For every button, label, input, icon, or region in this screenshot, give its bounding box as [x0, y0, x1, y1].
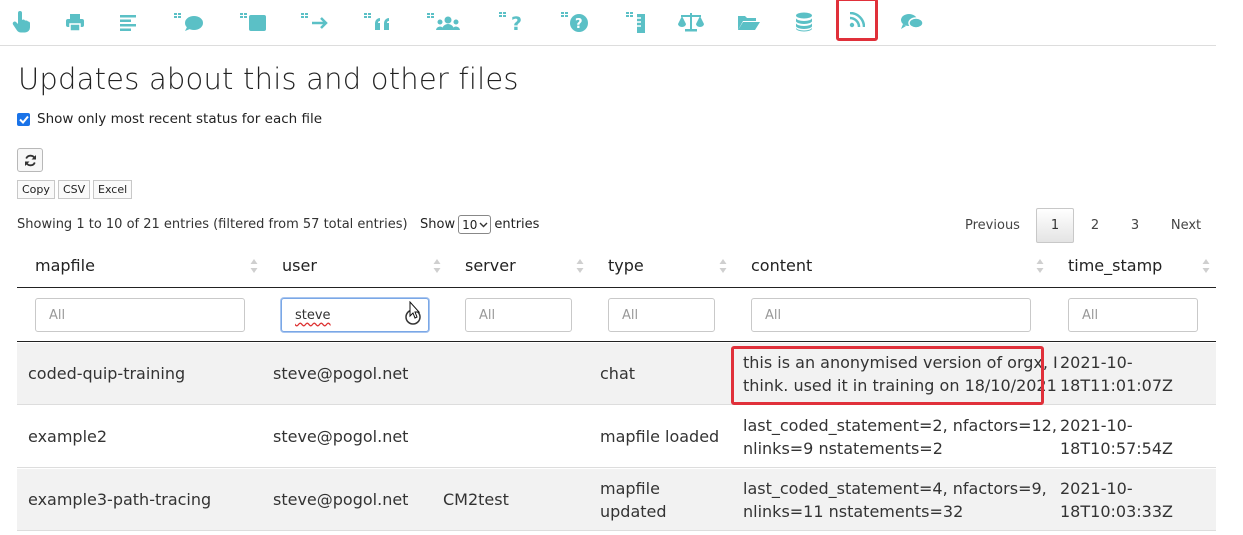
server-cell: CM2test [443, 490, 509, 509]
recent-status-toggle[interactable]: Show only most recent status for each fi… [17, 111, 322, 127]
column-header-time-stamp[interactable]: time_stamp [1068, 256, 1162, 275]
sort-icon[interactable] [719, 258, 727, 274]
hand-pointer-icon[interactable] [4, 5, 40, 39]
time-stamp-line: 18T10:03:33Z [1060, 502, 1173, 521]
refresh-button[interactable] [17, 148, 43, 172]
content-cell: last_coded_statement=4, nfactors=9, nlin… [743, 477, 1047, 523]
type-cell: chat [600, 364, 636, 383]
svg-text:?: ? [511, 13, 522, 33]
sort-icon[interactable] [1202, 258, 1210, 274]
table-arrow-right-icon[interactable] [298, 5, 334, 39]
chevron-down-icon [479, 222, 488, 227]
mapfile-cell: example3-path-tracing [28, 490, 212, 509]
table-comment-icon[interactable] [171, 5, 207, 39]
show-label: Show [420, 217, 456, 232]
sort-icon[interactable] [576, 258, 584, 274]
content-cell: last_coded_statement=2, nfactors=12, nli… [743, 414, 1057, 460]
column-header-server[interactable]: server [465, 256, 516, 275]
filter-divider [17, 341, 1216, 342]
mapfile-cell: coded-quip-training [28, 364, 186, 383]
type-cell: mapfile loaded [600, 427, 720, 446]
table-square-icon[interactable] [236, 5, 272, 39]
pagination-page-3[interactable]: 3 [1120, 208, 1150, 243]
highlight-box [731, 346, 1044, 405]
time-stamp-line: 2021-10- [1060, 479, 1133, 498]
column-header-user[interactable]: user [282, 256, 317, 275]
column-header-content[interactable]: content [751, 256, 812, 275]
page-length-control: Show 10 entries [420, 215, 539, 234]
recent-status-label: Show only most recent status for each fi… [37, 111, 323, 127]
time-stamp-line: 2021-10- [1060, 353, 1133, 372]
page-length-select[interactable]: 10 [458, 215, 492, 234]
table-quote-icon[interactable] [361, 5, 397, 39]
type-line: mapfile [600, 479, 660, 498]
pagination-next[interactable]: Next [1160, 208, 1212, 243]
content-line: last_coded_statement=2, nfactors=12, [743, 416, 1057, 435]
recent-status-checkbox[interactable] [17, 112, 30, 126]
balance-scale-icon[interactable] [673, 5, 709, 39]
column-header-type[interactable]: type [608, 256, 644, 275]
sort-icon[interactable] [1036, 258, 1044, 274]
page-title: Updates about this and other files [18, 62, 519, 96]
user-cell: steve@pogol.net [273, 364, 409, 383]
time-stamp-cell: 2021-10- 18T11:01:07Z [1060, 351, 1173, 397]
sort-icon[interactable] [250, 258, 258, 274]
page-length-value: 10 [462, 217, 478, 232]
mapfile-cell: example2 [28, 427, 108, 446]
type-cell: mapfile updated [600, 477, 667, 523]
pagination-previous[interactable]: Previous [955, 208, 1030, 243]
mouse-cursor-icon [405, 301, 421, 325]
align-left-icon[interactable] [111, 5, 147, 39]
content-line: nlinks=11 nstatements=32 [743, 502, 964, 521]
content-line: nlinks=9 nstatements=2 [743, 439, 943, 458]
sort-icon[interactable] [433, 258, 441, 274]
time-stamp-line: 2021-10- [1060, 416, 1133, 435]
time-stamp-cell: 2021-10- 18T10:03:33Z [1060, 477, 1173, 523]
toolbar: ? ? [0, 0, 1216, 46]
table-row[interactable]: example3-path-tracing steve@pogol.net CM… [17, 469, 1216, 531]
comments-icon[interactable] [894, 5, 930, 39]
mapfile-filter-input[interactable]: All [35, 298, 245, 332]
print-icon[interactable] [57, 5, 93, 39]
table-question-circle-icon[interactable]: ? [557, 5, 593, 39]
header-divider [17, 287, 1216, 288]
column-header-mapfile[interactable]: mapfile [35, 256, 95, 275]
table-info: Showing 1 to 10 of 21 entries (filtered … [17, 217, 408, 232]
user-cell: steve@pogol.net [273, 427, 409, 446]
user-cell: steve@pogol.net [273, 490, 409, 509]
folder-open-icon[interactable] [731, 5, 767, 39]
excel-button[interactable]: Excel [93, 180, 133, 199]
entries-label: entries [494, 217, 540, 232]
time-stamp-filter-input[interactable]: All [1068, 298, 1198, 332]
pagination-page-2[interactable]: 2 [1080, 208, 1110, 243]
refresh-icon [24, 154, 36, 166]
table-ruler-icon[interactable] [620, 5, 656, 39]
csv-button[interactable]: CSV [58, 180, 91, 199]
type-line: updated [600, 502, 667, 521]
table-question-icon[interactable]: ? [494, 5, 530, 39]
server-filter-input[interactable]: All [465, 298, 572, 332]
pagination-page-1[interactable]: 1 [1036, 208, 1074, 243]
rss-icon[interactable] [836, 0, 878, 41]
type-filter-input[interactable]: All [608, 298, 715, 332]
database-icon[interactable] [786, 5, 822, 39]
content-filter-input[interactable]: All [751, 298, 1031, 332]
user-filter-value: steve [295, 307, 331, 323]
table-users-icon[interactable] [426, 5, 462, 39]
time-stamp-line: 18T11:01:07Z [1060, 376, 1173, 395]
table-row[interactable]: example2 steve@pogol.net mapfile loaded … [17, 406, 1216, 468]
time-stamp-line: 18T10:57:54Z [1060, 439, 1173, 458]
copy-button[interactable]: Copy [17, 180, 55, 199]
user-filter-input[interactable]: steve [281, 298, 429, 332]
content-line: last_coded_statement=4, nfactors=9, [743, 479, 1047, 498]
time-stamp-cell: 2021-10- 18T10:57:54Z [1060, 414, 1173, 460]
svg-text:?: ? [575, 17, 583, 32]
